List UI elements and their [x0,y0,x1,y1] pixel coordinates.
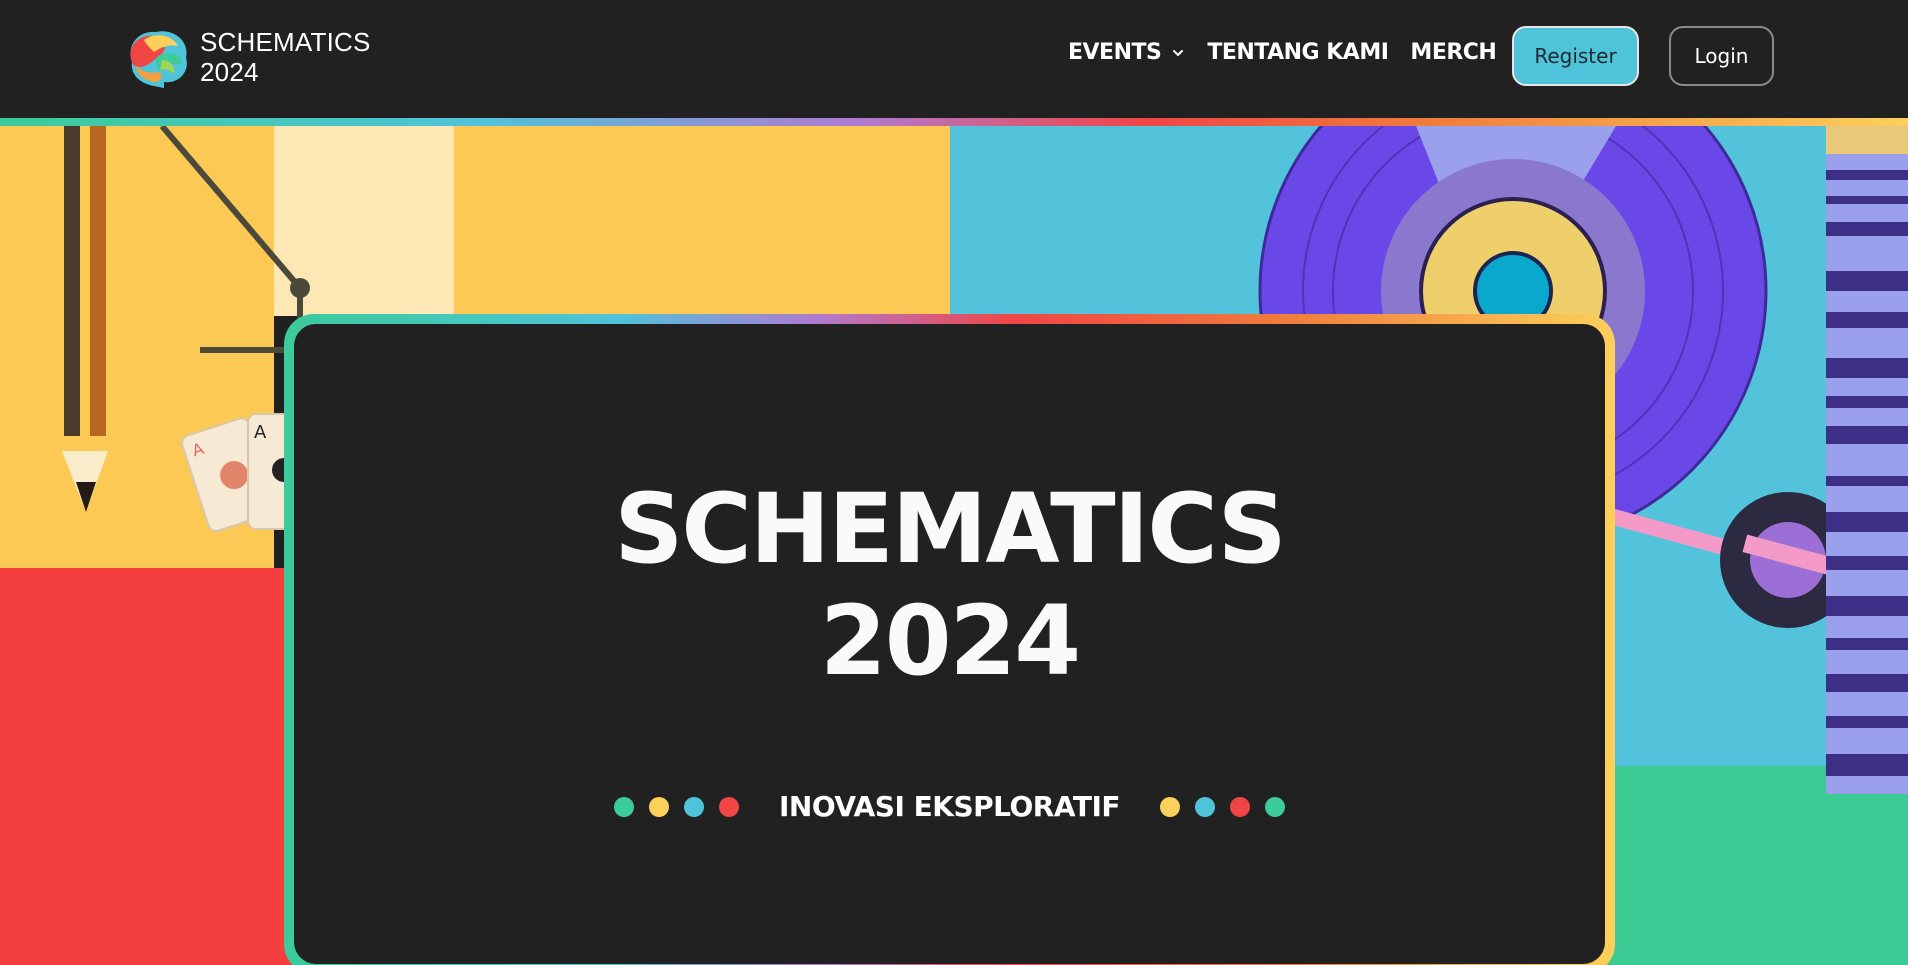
register-button[interactable]: Register [1512,26,1639,86]
decor-dot [648,796,669,817]
logo-text-line2: 2024 [200,57,259,87]
lamp-arm-icon [159,126,310,353]
nav-events-label: EVENTS [1068,40,1162,65]
chevron-down-icon [1173,49,1184,56]
right-dots [1160,796,1286,817]
login-button[interactable]: Login [1669,26,1774,86]
logo-text-line1: SCHEMATICS [200,27,371,57]
left-dots [613,796,739,817]
site-logo[interactable]: SCHEMATICS 2024 [124,26,371,88]
pencil-icon [62,126,108,512]
hero-tagline: INOVASI EKSPLORATIF [778,790,1121,823]
nav-events[interactable]: EVENTS [1068,40,1185,65]
hero-title-line2: 2024 [819,585,1081,697]
hero-card-frame: SCHEMATICS 2024 INOVASI EKSPLORATIF [284,314,1615,965]
decor-dot [613,796,634,817]
decor-dot [1160,796,1181,817]
tagline-row: INOVASI EKSPLORATIF [294,790,1605,823]
decor-dot [683,796,704,817]
main-nav: EVENTS TENTANG KAMI MERCH [1068,40,1497,65]
hero-card: SCHEMATICS 2024 INOVASI EKSPLORATIF [294,324,1605,964]
site-header: SCHEMATICS 2024 EVENTS TENTANG KAMI MERC… [0,0,1908,118]
decor-dot [1230,796,1251,817]
svg-text:A: A [254,422,267,443]
decor-dot [1195,796,1216,817]
nav-merch[interactable]: MERCH [1410,40,1496,65]
decor-dot [718,796,739,817]
rainbow-divider [0,118,1908,126]
piano-keys-icon [1826,126,1908,794]
nav-tentang-kami[interactable]: TENTANG KAMI [1207,40,1389,65]
tonearm-icon [1607,492,1856,628]
decor-dot [1265,796,1286,817]
brain-logo-icon [130,31,187,88]
hero-title-line1: SCHEMATICS [614,473,1286,585]
